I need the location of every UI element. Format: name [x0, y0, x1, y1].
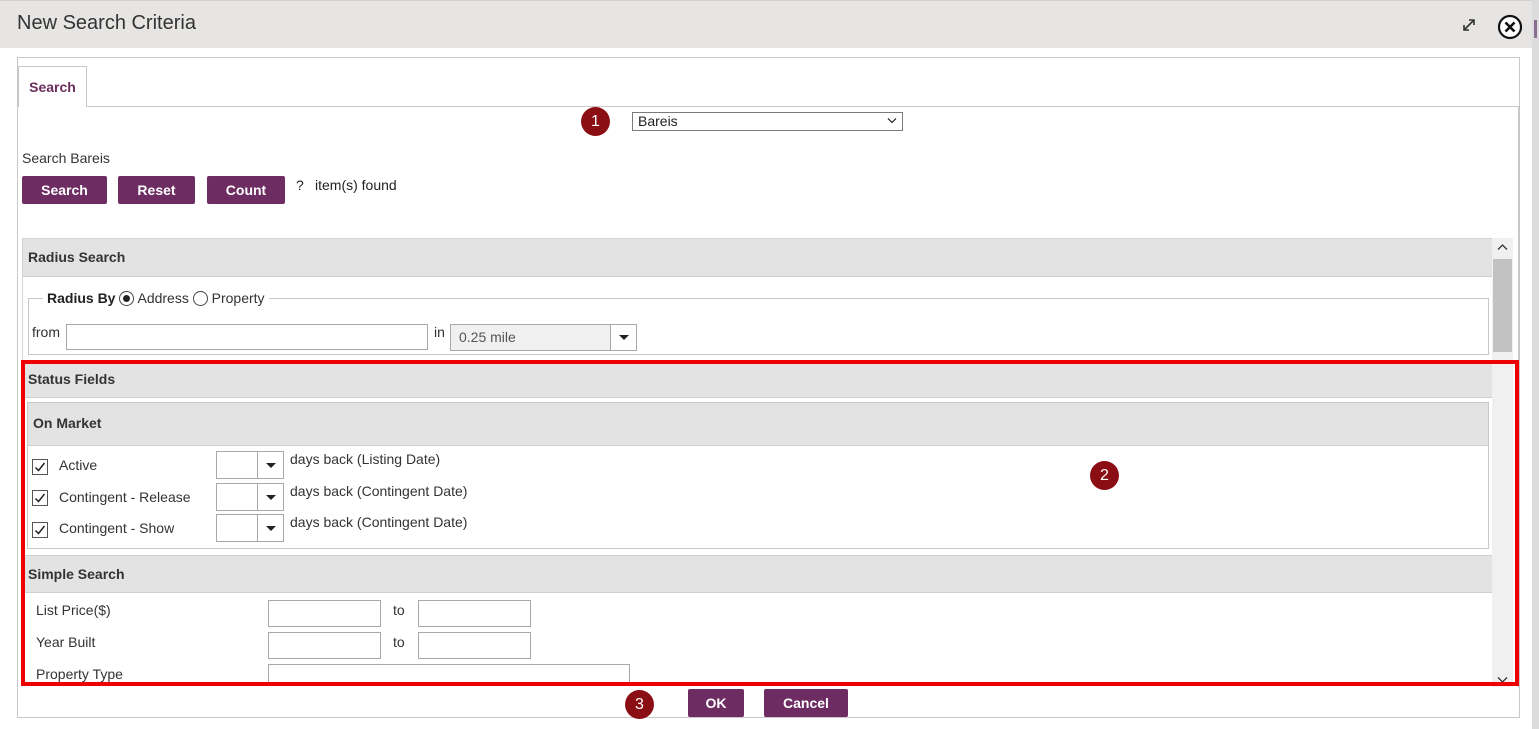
contingent-show-days-select[interactable]	[216, 514, 284, 542]
active-label: Active	[59, 457, 98, 473]
tab-search[interactable]: Search	[18, 66, 87, 107]
contingent-show-days-suffix: days back (Contingent Date)	[290, 514, 468, 530]
expand-icon[interactable]	[1460, 16, 1478, 34]
close-icon[interactable]	[1497, 14, 1523, 40]
scroll-up-icon[interactable]	[1497, 243, 1508, 251]
contingent-show-label: Contingent - Show	[59, 520, 175, 536]
check-icon	[34, 493, 46, 503]
list-price-from-input[interactable]	[268, 600, 381, 627]
radius-search-header: Radius Search	[23, 239, 1493, 277]
callout-3: 3	[625, 690, 654, 719]
radio-property-label: Property	[211, 290, 265, 306]
scroll-down-icon[interactable]	[1497, 676, 1508, 684]
list-price-label: List Price($)	[36, 602, 111, 618]
radio-property[interactable]	[192, 291, 208, 306]
list-price-to-input[interactable]	[418, 600, 531, 627]
status-fields-header: Status Fields	[23, 360, 1493, 398]
contingent-release-days-suffix: days back (Contingent Date)	[290, 483, 468, 499]
chevron-down-icon	[887, 118, 897, 124]
radio-address[interactable]	[119, 291, 135, 306]
contingent-release-label: Contingent - Release	[59, 489, 191, 505]
source-select[interactable]: Bareis	[632, 112, 903, 131]
year-built-from-input[interactable]	[268, 632, 381, 659]
result-count: ?	[296, 177, 304, 193]
dialog-titlebar: New Search Criteria	[0, 0, 1539, 48]
search-source-label: Search Bareis	[22, 150, 110, 166]
year-built-to-input[interactable]	[418, 632, 531, 659]
cancel-button[interactable]: Cancel	[764, 689, 848, 717]
simple-search-header: Simple Search	[23, 555, 1493, 593]
active-days-suffix: days back (Listing Date)	[290, 451, 441, 467]
chevron-down-icon	[257, 452, 283, 478]
scrollbar-thumb[interactable]	[1493, 259, 1512, 352]
active-checkbox[interactable]	[32, 459, 48, 475]
ok-button[interactable]: OK	[688, 689, 744, 717]
chevron-down-icon	[257, 515, 283, 541]
year-built-to-label: to	[393, 634, 405, 650]
radius-by-label: Radius By	[47, 290, 116, 306]
reset-button[interactable]: Reset	[118, 176, 195, 204]
callout-2: 2	[1090, 461, 1119, 490]
items-found-label: item(s) found	[315, 177, 397, 193]
list-price-to-label: to	[393, 602, 405, 618]
contingent-release-days-select[interactable]	[216, 483, 284, 511]
active-days-select[interactable]	[216, 451, 284, 479]
callout-1: 1	[581, 107, 610, 136]
criteria-scroll-area[interactable]: Radius Search Radius By Address Property…	[22, 238, 1513, 686]
dialog-title: New Search Criteria	[17, 12, 196, 34]
search-button[interactable]: Search	[22, 176, 107, 204]
radius-by-legend: Radius By Address Property	[43, 290, 269, 306]
source-select-value: Bareis	[638, 113, 678, 129]
tab-panel-border	[1518, 106, 1519, 687]
contingent-show-checkbox[interactable]	[32, 522, 48, 538]
from-label: from	[32, 324, 60, 340]
on-market-header: On Market	[28, 403, 1488, 446]
distance-select[interactable]: 0.25 mile	[450, 324, 637, 351]
property-type-input[interactable]	[268, 664, 630, 685]
distance-value: 0.25 mile	[459, 329, 516, 345]
chevron-down-icon	[610, 325, 636, 350]
window-edge	[1532, 0, 1539, 729]
radio-address-label: Address	[137, 290, 189, 306]
check-icon	[34, 462, 46, 472]
tab-divider	[17, 106, 1520, 107]
chevron-down-icon	[257, 484, 283, 510]
window-edge-mark	[1534, 20, 1537, 38]
contingent-release-checkbox[interactable]	[32, 490, 48, 506]
property-type-label: Property Type	[36, 666, 123, 682]
year-built-label: Year Built	[36, 634, 96, 650]
in-label: in	[434, 324, 445, 340]
count-button[interactable]: Count	[207, 176, 285, 204]
check-icon	[34, 525, 46, 535]
radius-from-input[interactable]	[66, 324, 428, 350]
